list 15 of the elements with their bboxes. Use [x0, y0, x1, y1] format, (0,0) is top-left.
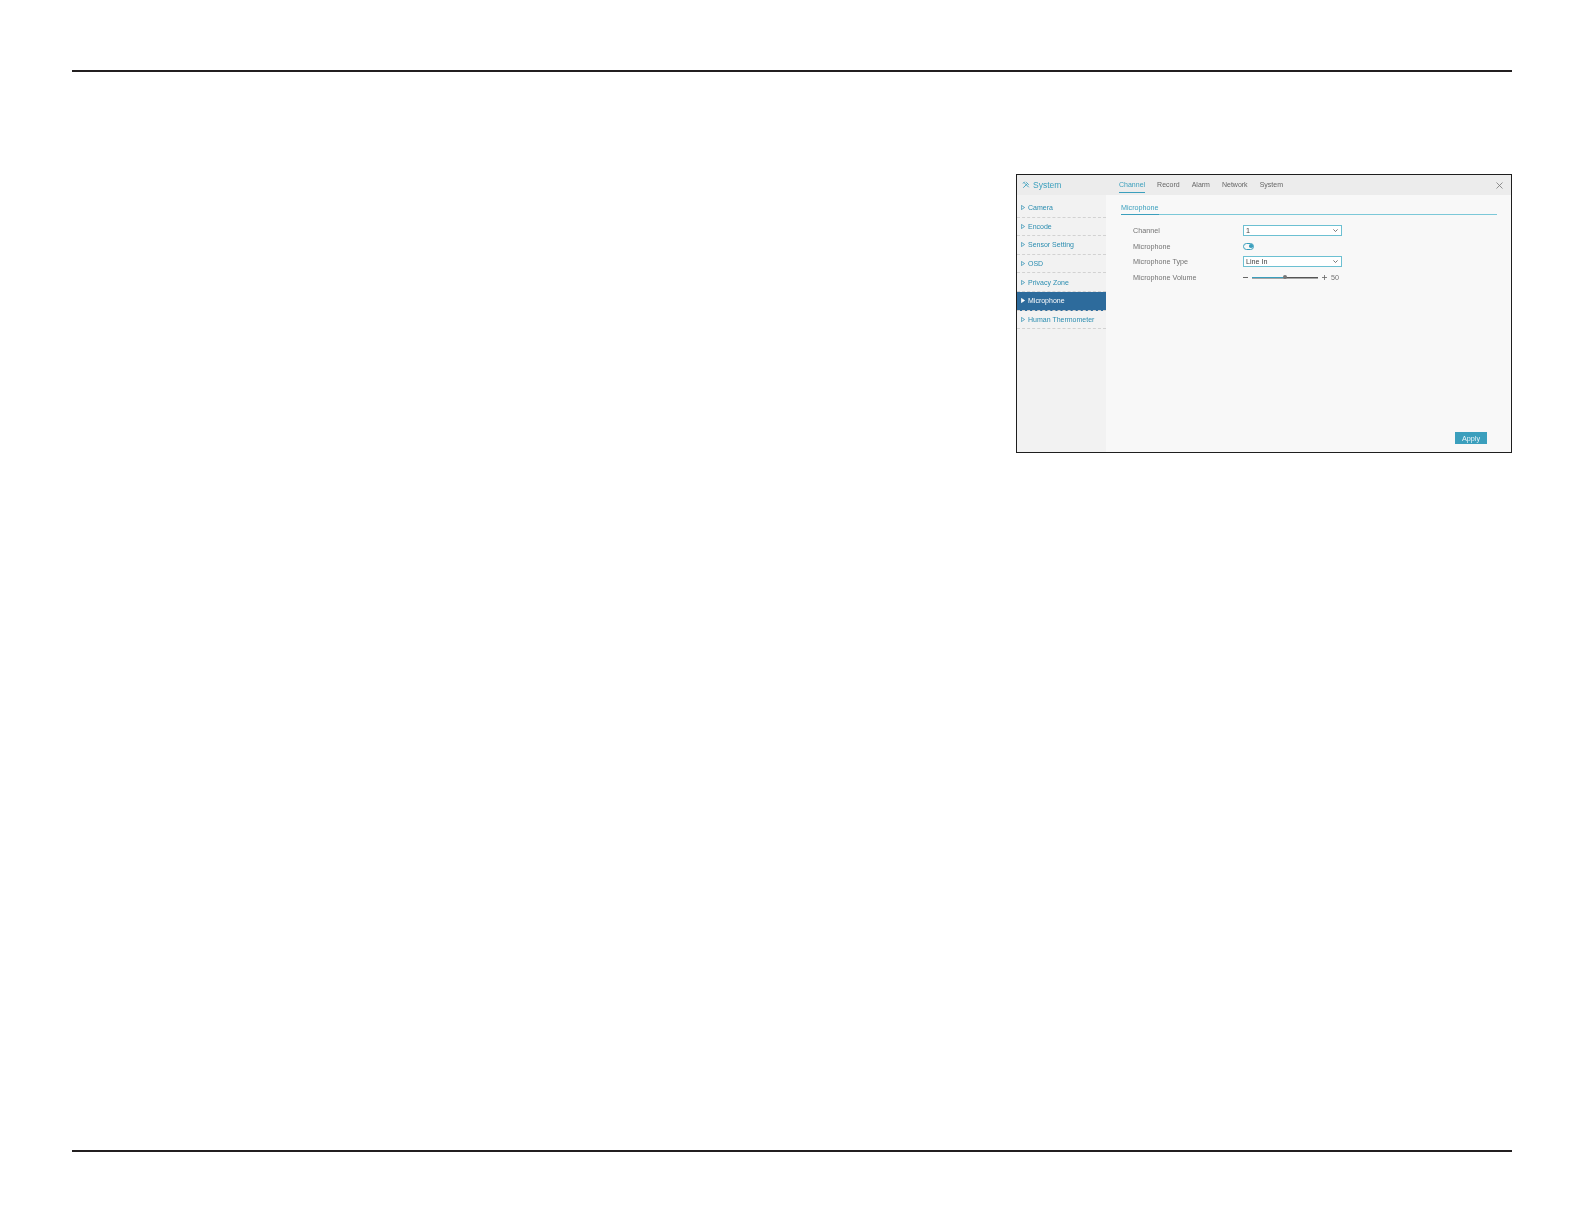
triangle-icon: [1021, 205, 1025, 211]
window-title: System: [1033, 180, 1062, 190]
slider-thumb[interactable]: [1283, 275, 1287, 280]
minus-icon[interactable]: [1243, 276, 1248, 278]
tools-icon: [1022, 181, 1030, 189]
chevron-down-icon: [1333, 260, 1338, 264]
triangle-icon: [1021, 279, 1025, 285]
triangle-icon: [1021, 316, 1025, 322]
triangle-icon: [1021, 298, 1025, 304]
plus-icon[interactable]: [1322, 274, 1327, 280]
chevron-down-icon: [1333, 229, 1338, 233]
close-icon[interactable]: [1496, 181, 1503, 189]
triangle-icon: [1021, 242, 1025, 248]
triangle-icon: [1021, 223, 1025, 229]
triangle-icon: [1021, 261, 1025, 267]
